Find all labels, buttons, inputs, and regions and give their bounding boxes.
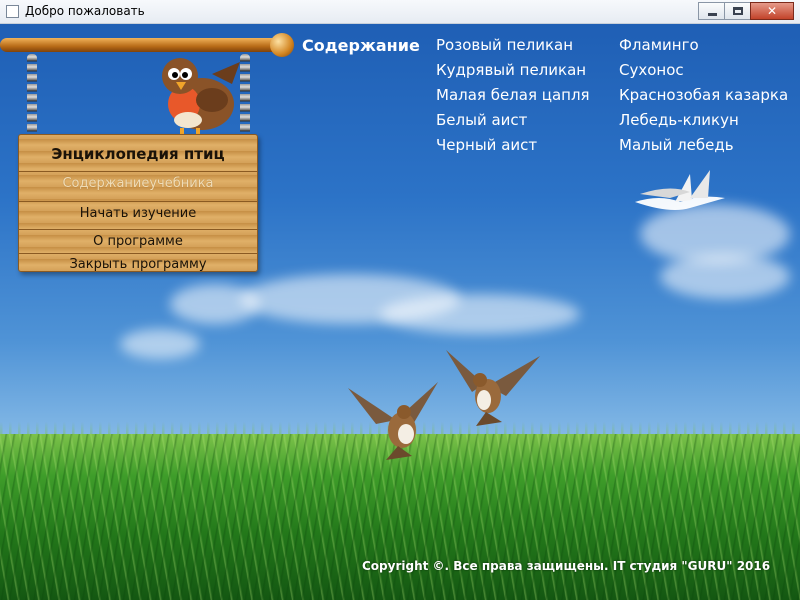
link-black-stork[interactable]: Черный аист <box>436 136 590 161</box>
contents-column-1: Розовый пеликан Кудрявый пеликан Малая б… <box>436 36 590 161</box>
link-swan-goose[interactable]: Сухонос <box>619 61 788 86</box>
cloud <box>120 329 200 359</box>
plank-divider <box>19 229 257 230</box>
menu-about-button[interactable]: О программе <box>19 234 257 249</box>
menu-close-program-button[interactable]: Закрыть программу <box>19 257 257 272</box>
copyright-text: Copyright ©. Все права защищены. IT студ… <box>362 559 771 573</box>
maximize-icon <box>733 7 743 15</box>
hummingbird-icon <box>446 350 540 426</box>
plank-divider <box>19 171 257 172</box>
menu-start-study-button[interactable]: Начать изучение <box>19 206 257 221</box>
plank-divider <box>19 253 257 254</box>
maximize-button[interactable] <box>724 2 751 20</box>
plank-divider <box>19 201 257 202</box>
contents-heading: Содержание <box>302 36 420 55</box>
link-flamingo[interactable]: Фламинго <box>619 36 788 61</box>
cloud <box>170 284 260 324</box>
window-title: Добро пожаловать <box>25 4 145 18</box>
minimize-button[interactable] <box>698 2 725 20</box>
hummingbird-icon <box>348 382 438 460</box>
cloud <box>380 294 580 334</box>
signboard-rod-knob <box>270 33 294 57</box>
close-icon: ✕ <box>766 4 778 18</box>
contents-column-2: Фламинго Сухонос Краснозобая казарка Леб… <box>619 36 788 161</box>
window-app-icon <box>6 5 19 18</box>
link-whooper-swan[interactable]: Лебедь-кликун <box>619 111 788 136</box>
link-white-stork[interactable]: Белый аист <box>436 111 590 136</box>
cloud <box>660 254 790 299</box>
menu-contents-button[interactable]: Содержаниеучебника <box>19 176 257 191</box>
link-pink-pelican[interactable]: Розовый пеликан <box>436 36 590 61</box>
link-bewicks-swan[interactable]: Малый лебедь <box>619 136 788 161</box>
flying-swans-icon <box>635 170 725 210</box>
app-title: Энциклопедия птиц <box>51 145 225 163</box>
window-titlebar[interactable]: Добро пожаловать ✕ <box>0 0 800 24</box>
link-dalmatian-pelican[interactable]: Кудрявый пеликан <box>436 61 590 86</box>
main-menu-board: Энциклопедия птиц Содержаниеучебника Нач… <box>18 134 258 272</box>
main-scene: Энциклопедия птиц Содержаниеучебника Нач… <box>0 24 800 600</box>
window-controls: ✕ <box>698 2 794 20</box>
minimize-icon <box>708 13 717 16</box>
link-red-breasted-goose[interactable]: Краснозобая казарка <box>619 86 788 111</box>
left-chain <box>27 54 37 138</box>
robin-bird-icon <box>162 58 240 136</box>
signboard-rod <box>0 38 282 52</box>
link-little-egret[interactable]: Малая белая цапля <box>436 86 590 111</box>
close-button[interactable]: ✕ <box>750 2 794 20</box>
